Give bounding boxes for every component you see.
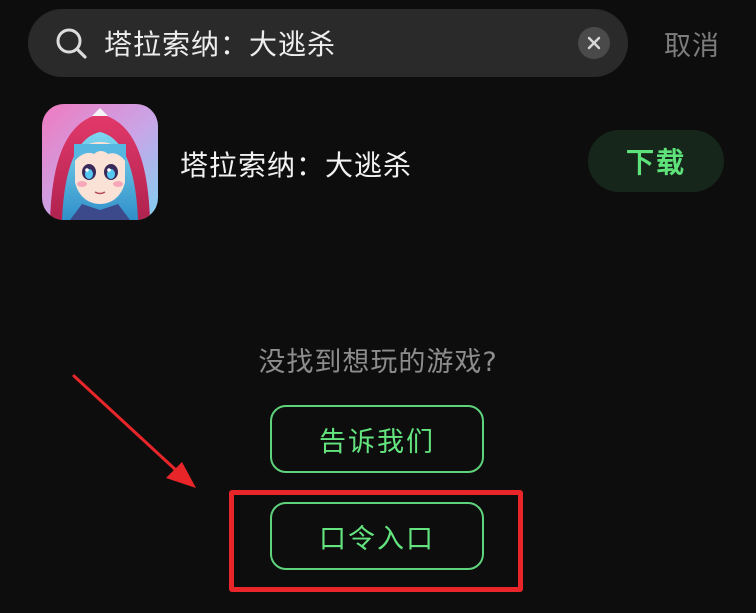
highlight-annotation-box bbox=[229, 490, 523, 592]
app-icon[interactable] bbox=[42, 104, 158, 220]
tell-us-button[interactable]: 告诉我们 bbox=[270, 405, 484, 473]
close-icon bbox=[587, 36, 601, 50]
annotation-arrow-icon bbox=[72, 374, 196, 488]
clear-search-button[interactable] bbox=[578, 27, 610, 59]
download-button[interactable]: 下载 bbox=[588, 130, 724, 192]
app-name[interactable]: 塔拉索纳：大逃杀 bbox=[180, 144, 412, 184]
search-bar[interactable]: 塔拉索纳：大逃杀 bbox=[28, 9, 628, 77]
cancel-button[interactable]: 取消 bbox=[664, 24, 720, 63]
search-result-item[interactable]: 塔拉索纳：大逃杀 下载 bbox=[42, 104, 726, 220]
search-icon bbox=[54, 26, 88, 60]
search-input[interactable]: 塔拉索纳：大逃杀 bbox=[104, 23, 336, 63]
search-page: 塔拉索纳：大逃杀 取消 塔拉索纳：大逃杀 下载 没找到想玩的游戏? 告诉我们 口… bbox=[0, 0, 756, 613]
